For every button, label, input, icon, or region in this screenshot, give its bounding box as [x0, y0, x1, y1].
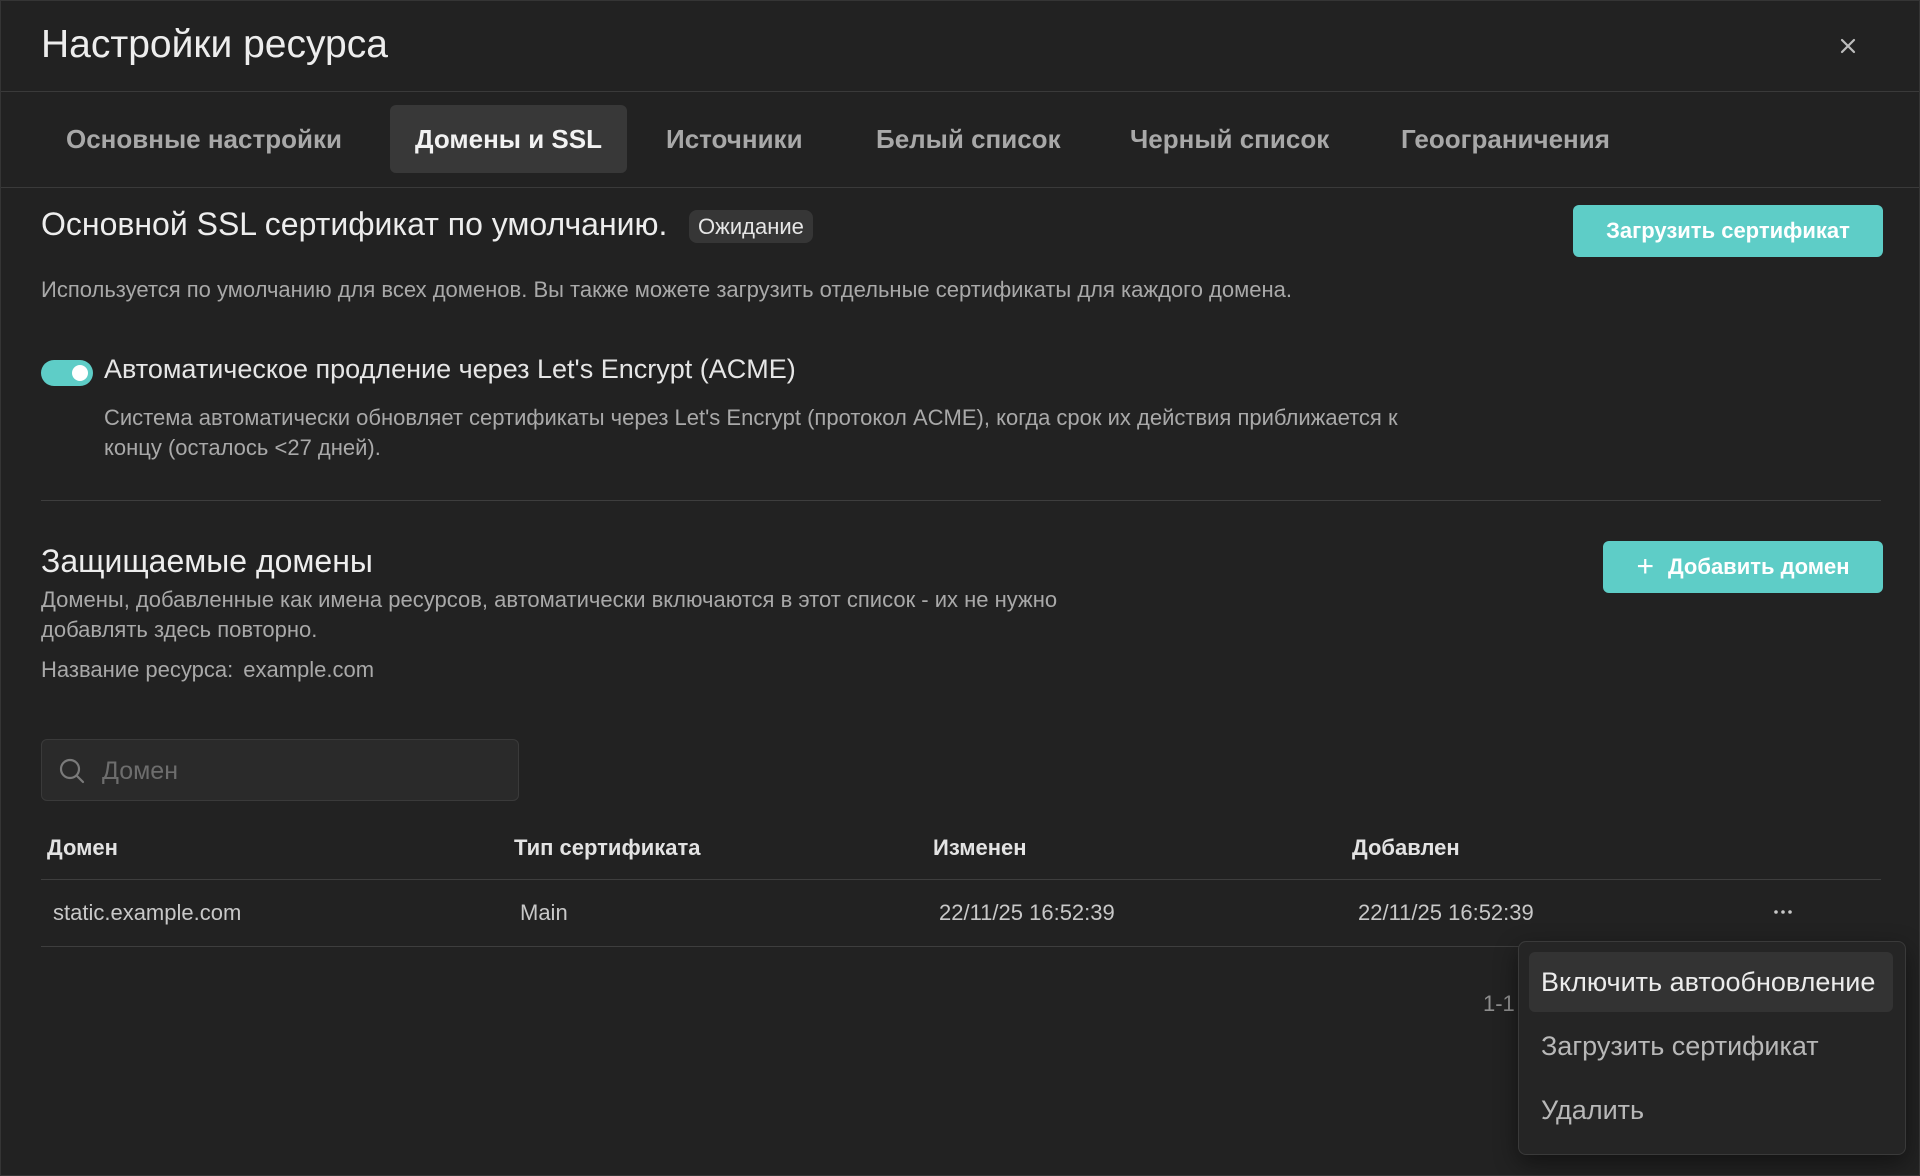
- column-added[interactable]: Добавлен: [1352, 835, 1460, 861]
- cell-added: 22/11/25 16:52:39: [1358, 900, 1534, 925]
- pagination-range: 1-1: [1483, 991, 1515, 1016]
- domains-description-line-2: добавлять здесь повторно.: [41, 617, 318, 642]
- tab-general[interactable]: Основные настройки: [41, 105, 367, 173]
- column-domain[interactable]: Домен: [47, 835, 118, 861]
- row-actions-menu: Включить автообновление Загрузить сертиф…: [1518, 941, 1906, 1155]
- close-button[interactable]: [1833, 31, 1863, 61]
- close-icon: [1840, 38, 1856, 54]
- toggle-knob: [72, 365, 88, 381]
- acme-description-line-2: концу (осталось <27 дней).: [104, 435, 381, 460]
- plus-icon: +: [1636, 550, 1654, 583]
- add-domain-label: Добавить домен: [1667, 554, 1850, 579]
- ssl-description: Используется по умолчанию для всех домен…: [41, 277, 1292, 302]
- dialog-title: Настройки ресурса: [41, 23, 388, 66]
- resource-name: Название ресурса: example.com: [41, 657, 374, 683]
- cell-domain: static.example.com: [53, 900, 242, 925]
- status-badge: Ожидание: [689, 210, 813, 243]
- tab-sources[interactable]: Источники: [641, 105, 828, 173]
- table-row: static.example.com Main 22/11/25 16:52:3…: [41, 880, 1881, 947]
- acme-autorenew-toggle[interactable]: [41, 360, 93, 386]
- menu-item-delete[interactable]: Удалить: [1529, 1080, 1893, 1140]
- row-actions-button[interactable]: [1771, 902, 1795, 922]
- tab-domains-ssl[interactable]: Домены и SSL: [390, 105, 627, 173]
- acme-toggle-label: Автоматическое продление через Let's Enc…: [104, 354, 796, 384]
- tab-blacklist[interactable]: Черный список: [1105, 105, 1354, 173]
- resource-settings-dialog: Настройки ресурса Основные настройки Дом…: [0, 0, 1920, 1176]
- upload-certificate-button[interactable]: Загрузить сертификат: [1573, 205, 1883, 257]
- column-modified[interactable]: Изменен: [933, 835, 1027, 861]
- dialog-header: Настройки ресурса: [1, 1, 1919, 92]
- ssl-section-title: Основной SSL сертификат по умолчанию.: [41, 206, 668, 242]
- domains-table-header: Домен Тип сертификата Изменен Добавлен: [41, 827, 1881, 880]
- column-certificate-type[interactable]: Тип сертификата: [514, 835, 700, 861]
- protected-domains-title: Защищаемые домены: [41, 543, 373, 579]
- cell-certificate-type: Main: [520, 900, 568, 925]
- section-divider: [41, 500, 1881, 501]
- cell-modified: 22/11/25 16:52:39: [939, 900, 1115, 925]
- menu-item-upload-certificate[interactable]: Загрузить сертификат: [1529, 1016, 1893, 1076]
- resource-name-label: Название ресурса:: [41, 657, 234, 682]
- add-domain-button[interactable]: + Добавить домен: [1603, 541, 1883, 593]
- resource-name-value: example.com: [243, 657, 375, 682]
- domain-search-input[interactable]: [100, 740, 504, 802]
- more-horizontal-icon: [1774, 910, 1792, 914]
- tab-bar: Основные настройки Домены и SSL Источник…: [1, 91, 1919, 188]
- domain-search: [41, 739, 519, 802]
- search-icon: [59, 758, 85, 784]
- tab-whitelist[interactable]: Белый список: [851, 105, 1086, 173]
- domains-description-line-1: Домены, добавленные как имена ресурсов, …: [41, 587, 1058, 612]
- acme-description-line-1: Система автоматически обновляет сертифик…: [104, 405, 1398, 430]
- tab-geo-restrictions[interactable]: Геоограничения: [1376, 105, 1635, 173]
- menu-item-enable-autorenew[interactable]: Включить автообновление: [1529, 952, 1893, 1012]
